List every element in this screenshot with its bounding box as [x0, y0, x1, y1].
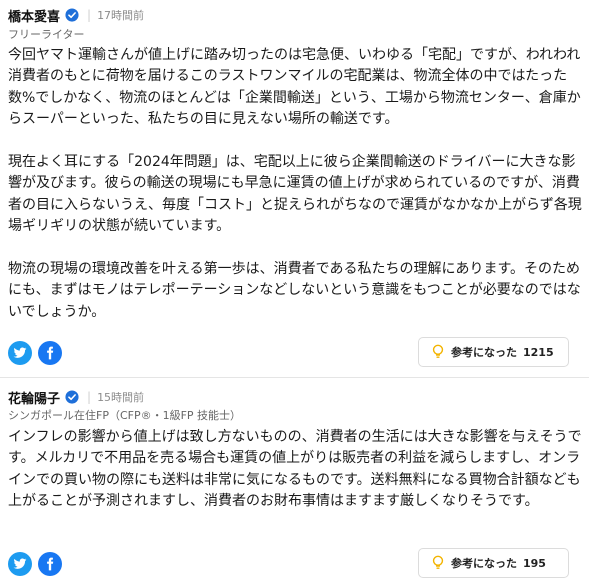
- author-role: フリーライター: [8, 28, 85, 41]
- share-buttons: [8, 552, 62, 576]
- helpful-count: 195: [523, 556, 546, 570]
- separator: |: [87, 390, 92, 404]
- helpful-button[interactable]: 参考になった 195: [418, 548, 569, 578]
- comment-paragraph: 今回ヤマト運輸さんが値上げに踏み切ったのは宅急便、いわゆる「宅配」ですが、われわ…: [8, 47, 581, 128]
- post-time: 17時間前: [97, 9, 145, 22]
- comment-paragraph: 現在よく耳にする「2024年問題」は、宅配以上に彼ら企業間輸送のドライバーに大き…: [8, 154, 582, 235]
- author-name[interactable]: 橋本愛喜: [8, 6, 60, 25]
- helpful-label: 参考になった: [451, 557, 517, 570]
- lightbulb-icon: [432, 555, 444, 569]
- twitter-icon: [13, 347, 27, 358]
- verified-badge-icon: [65, 8, 79, 22]
- facebook-share-button[interactable]: [38, 552, 62, 576]
- facebook-icon: [47, 346, 54, 360]
- comment-paragraph: 物流の現場の環境改善を叶える第一歩は、消費者である私たちの理解にあります。そのた…: [8, 261, 581, 320]
- twitter-share-button[interactable]: [8, 552, 32, 576]
- facebook-share-button[interactable]: [38, 341, 62, 365]
- verified-badge-icon: [65, 390, 79, 404]
- comment-body: インフレの影響から値上げは致し方ないものの、消費者の生活には大きな影響を与えそう…: [8, 427, 582, 513]
- helpful-button[interactable]: 参考になった 1215: [418, 337, 569, 367]
- share-buttons: [8, 341, 62, 365]
- author-role: シンガポール在住FP（CFP®・1級FP 技能士）: [8, 409, 242, 422]
- comment-body: 今回ヤマト運輸さんが値上げに踏み切ったのは宅急便、いわゆる「宅配」ですが、われわ…: [8, 45, 582, 323]
- comment-paragraph: インフレの影響から値上げは致し方ないものの、消費者の生活には大きな影響を与えそう…: [8, 429, 582, 510]
- comment-card: 橋本愛喜 | 17時間前 フリーライター 今回ヤマト運輸さんが値上げに踏み切った…: [0, 0, 589, 378]
- author-name[interactable]: 花輪陽子: [8, 388, 60, 407]
- helpful-label: 参考になった: [451, 346, 517, 359]
- helpful-count: 1215: [523, 345, 554, 359]
- author-line: 花輪陽子 | 15時間前: [8, 387, 144, 407]
- comment-card: 花輪陽子 | 15時間前 シンガポール在住FP（CFP®・1級FP 技能士） イ…: [0, 378, 589, 586]
- lightbulb-icon: [432, 344, 444, 358]
- post-time: 15時間前: [97, 391, 145, 404]
- twitter-share-button[interactable]: [8, 341, 32, 365]
- author-line: 橋本愛喜 | 17時間前: [8, 5, 144, 25]
- separator: |: [87, 8, 92, 22]
- twitter-icon: [13, 558, 27, 569]
- facebook-icon: [47, 557, 54, 571]
